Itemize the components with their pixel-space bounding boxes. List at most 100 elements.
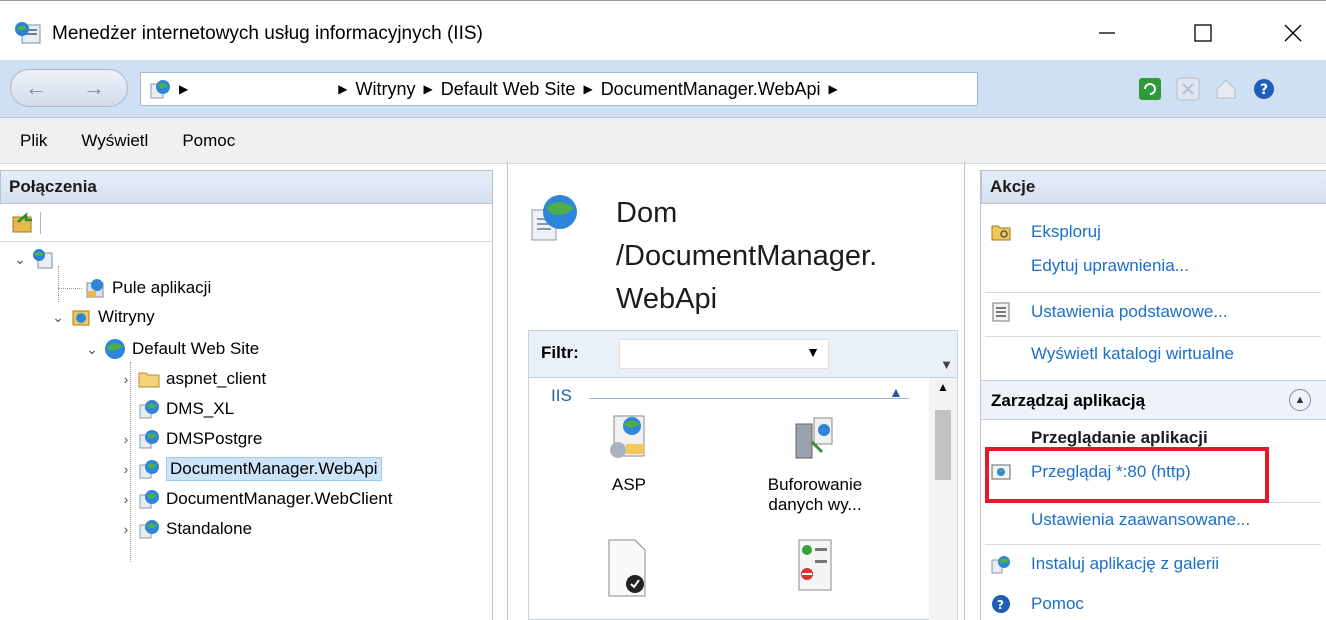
- expand-chevron-icon[interactable]: ⌄: [84, 341, 100, 358]
- minimize-button[interactable]: [1084, 13, 1130, 53]
- actions-divider: [985, 292, 1321, 293]
- maximize-button[interactable]: [1180, 13, 1226, 53]
- scroll-thumb[interactable]: [935, 410, 951, 480]
- back-button[interactable]: ←: [25, 75, 47, 101]
- expand-chevron-icon[interactable]: ⌄: [50, 309, 66, 326]
- menu-view[interactable]: Wyświetl: [81, 131, 148, 151]
- breadcrumb-separator: ▶: [423, 82, 433, 96]
- filter-bar: Filtr: ▼ ▼: [528, 330, 958, 378]
- server-icon: [33, 249, 53, 269]
- connect-icon[interactable]: [12, 212, 34, 234]
- collapse-chevron-icon[interactable]: ›: [118, 431, 134, 447]
- connections-panel: Połączenia ⌄ Pule aplikacji ⌄ Witryny ⌄ …: [0, 170, 493, 620]
- tree-label: DMSPostgre: [166, 429, 263, 448]
- actions-header: Akcje: [981, 170, 1326, 204]
- actions-panel: Akcje Eksploruj Edytuj uprawnienia... Us…: [980, 170, 1326, 620]
- sites-icon: [72, 310, 90, 326]
- tree-label: Default Web Site: [132, 339, 260, 358]
- collapse-chevron-icon[interactable]: ›: [118, 461, 134, 477]
- web-app-icon: [139, 460, 159, 479]
- section-title: Zarządzaj aplikacją: [991, 391, 1146, 410]
- action-edit-permissions[interactable]: Edytuj uprawnienia...: [1031, 256, 1189, 276]
- collapse-chevron-icon[interactable]: ›: [118, 371, 134, 387]
- feature-asp[interactable]: ASP: [559, 414, 699, 495]
- manage-app-section[interactable]: Zarządzaj aplikacją ▲: [981, 380, 1326, 420]
- breadcrumb-separator: ▶: [583, 82, 593, 96]
- connections-header: Połączenia: [0, 170, 493, 204]
- menu-file[interactable]: Plik: [20, 131, 47, 151]
- collapse-section-icon[interactable]: ▲: [1289, 389, 1311, 411]
- home-icon[interactable]: [1214, 77, 1238, 101]
- vertical-scrollbar[interactable]: ▲: [929, 378, 957, 620]
- breadcrumb-server[interactable]: [196, 76, 331, 102]
- stop-icon[interactable]: [1176, 77, 1200, 101]
- tree-node-sites[interactable]: ⌄ Witryny: [50, 302, 155, 332]
- tree-label: DMS_XL: [166, 399, 235, 418]
- install-gallery-icon: [991, 556, 1010, 574]
- app-pool-icon: [86, 279, 104, 298]
- web-app-icon: [139, 490, 159, 509]
- action-explore[interactable]: Eksploruj: [1031, 222, 1101, 242]
- tree-label: DocumentManager.WebClient: [166, 489, 393, 508]
- expand-chevron-icon[interactable]: ⌄: [12, 251, 28, 268]
- scroll-arrow-icon[interactable]: ▼: [940, 357, 953, 372]
- breadcrumb-separator: ▶: [179, 82, 189, 96]
- tree-node-documentmanager-webapi[interactable]: › DocumentManager.WebApi: [118, 454, 382, 484]
- web-app-icon: [139, 430, 159, 449]
- help-icon[interactable]: ?: [1252, 77, 1276, 101]
- action-install-gallery[interactable]: Instaluj aplikację z galerii: [1031, 554, 1219, 574]
- action-help[interactable]: Pomoc: [1031, 594, 1084, 614]
- refresh-icon[interactable]: [1138, 77, 1162, 101]
- address-bar: ← → ▶ ▶ Witryny ▶ Default Web Site ▶ Doc…: [0, 60, 1326, 118]
- action-advanced-settings[interactable]: Ustawienia zaawansowane...: [1031, 510, 1250, 530]
- tree-node-app-pools[interactable]: Pule aplikacji: [80, 273, 211, 303]
- tree-node-standalone[interactable]: › Standalone: [118, 514, 252, 544]
- toolbar-divider: [40, 212, 41, 234]
- asp-icon: [610, 415, 645, 458]
- iis-app-icon: [15, 22, 41, 44]
- actions-divider: [985, 336, 1321, 337]
- feature-output-cache[interactable]: Buforowanie danych wy...: [745, 414, 885, 515]
- tree-node-aspnet-client[interactable]: › aspnet_client: [118, 364, 267, 394]
- feature-rules-icon[interactable]: [793, 538, 839, 598]
- feature-label: Buforowanie danych wy...: [767, 475, 863, 514]
- breadcrumb-separator: ▶: [338, 82, 348, 96]
- features-view: IIS ▲ ▲ ASP Buforowanie danych wy...: [528, 378, 958, 620]
- home-panel: Dom /DocumentManager. WebApi Filtr: ▼ ▼ …: [507, 162, 965, 620]
- globe-icon: [150, 80, 170, 99]
- tree-node-dmspostgre[interactable]: › DMSPostgre: [118, 424, 262, 454]
- web-app-icon: [139, 520, 159, 539]
- collapse-chevron-icon[interactable]: ›: [118, 491, 134, 507]
- folder-icon: [138, 372, 160, 388]
- help-icon: ?: [992, 595, 1010, 613]
- breadcrumb-segment-sites[interactable]: Witryny: [355, 79, 415, 100]
- scroll-up-icon[interactable]: ▲: [937, 380, 949, 394]
- forward-button[interactable]: →: [83, 75, 105, 101]
- dropdown-arrow-icon[interactable]: ▼: [806, 344, 820, 360]
- action-basic-settings[interactable]: Ustawienia podstawowe...: [1031, 302, 1228, 322]
- feature-doc-icon[interactable]: [605, 538, 651, 598]
- page-title-line: Dom: [616, 197, 678, 229]
- breadcrumb-segment-default-web-site[interactable]: Default Web Site: [441, 79, 576, 100]
- filter-input[interactable]: ▼: [619, 339, 829, 369]
- group-header-iis: IIS: [551, 386, 572, 405]
- output-cache-icon: [795, 417, 833, 459]
- close-button[interactable]: [1270, 13, 1316, 53]
- collapse-group-icon[interactable]: ▲: [889, 384, 903, 400]
- breadcrumb-segment-webapi[interactable]: DocumentManager.WebApi: [601, 79, 821, 100]
- tree-node-dms-xl[interactable]: DMS_XL: [134, 394, 234, 424]
- menu-help[interactable]: Pomoc: [182, 131, 235, 151]
- tree-node-server[interactable]: ⌄: [12, 244, 60, 274]
- collapse-chevron-icon[interactable]: ›: [118, 521, 134, 537]
- maximize-icon: [1194, 24, 1212, 42]
- close-icon: [1284, 24, 1302, 42]
- page-title-line: WebApi: [616, 283, 718, 315]
- breadcrumb[interactable]: ▶ ▶ Witryny ▶ Default Web Site ▶ Documen…: [140, 72, 978, 106]
- minimize-icon: [1099, 32, 1115, 34]
- tree-label: DocumentManager.WebApi: [166, 457, 382, 481]
- tree-node-default-web-site[interactable]: ⌄ Default Web Site: [84, 334, 259, 364]
- action-view-virtual-dirs[interactable]: Wyświetl katalogi wirtualne: [1031, 344, 1234, 364]
- tree-label: Witryny: [98, 307, 155, 326]
- menu-bar: Plik Wyświetl Pomoc: [0, 118, 1326, 164]
- tree-node-documentmanager-webclient[interactable]: › DocumentManager.WebClient: [118, 484, 392, 514]
